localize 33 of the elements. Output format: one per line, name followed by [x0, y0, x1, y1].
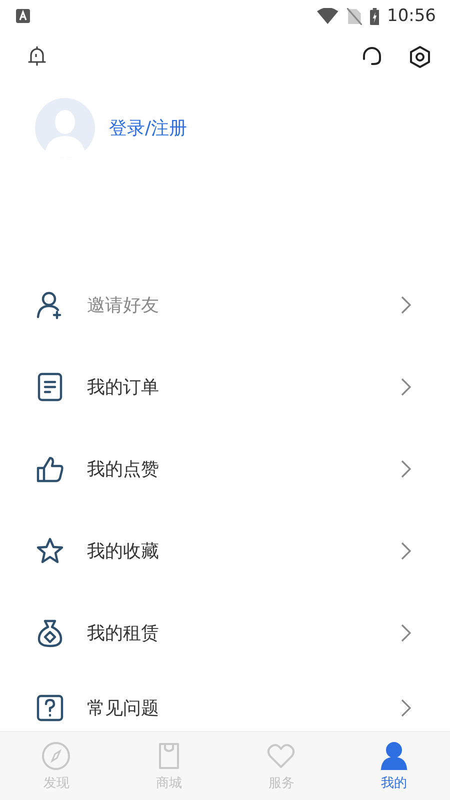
chevron-right-icon [400, 459, 412, 479]
battery-icon [370, 8, 379, 24]
compass-icon [41, 740, 72, 770]
app-notification-icon [16, 9, 30, 23]
star-icon [35, 536, 65, 566]
money-bag-icon [35, 618, 65, 648]
menu-label: 我的租赁 [87, 622, 160, 645]
chevron-right-icon [400, 698, 412, 718]
menu-item[interactable]: 我的点赞 [0, 428, 450, 510]
menu-label: 邀请好友 [87, 294, 160, 317]
document-icon [35, 372, 65, 402]
chevron-right-icon [400, 541, 412, 561]
menu-item[interactable]: 邀请好友 [0, 264, 450, 346]
question-icon [35, 693, 65, 723]
menu-label: 常见问题 [87, 697, 160, 720]
wifi-icon [317, 8, 339, 24]
menu-item[interactable]: 我的订单 [0, 346, 450, 428]
menu-label: 我的订单 [87, 376, 160, 399]
menu-item[interactable]: 我的租赁 [0, 592, 450, 674]
login-register-link[interactable]: 登录/注册 [109, 116, 188, 140]
menu-item[interactable]: 常见问题 [0, 674, 450, 731]
menu-label: 我的收藏 [87, 540, 160, 563]
settings-icon[interactable] [408, 45, 432, 69]
menu-item[interactable]: 我的收藏 [0, 510, 450, 592]
person-icon [378, 740, 409, 770]
chevron-right-icon [400, 377, 412, 397]
thumbs-up-icon [35, 454, 65, 484]
status-time: 10:56 [387, 6, 436, 26]
chevron-right-icon [400, 295, 412, 315]
no-sim-icon [346, 8, 362, 24]
menu-label: 我的点赞 [87, 458, 160, 481]
chevron-right-icon [400, 623, 412, 643]
tab[interactable]: 我的 [338, 732, 450, 800]
